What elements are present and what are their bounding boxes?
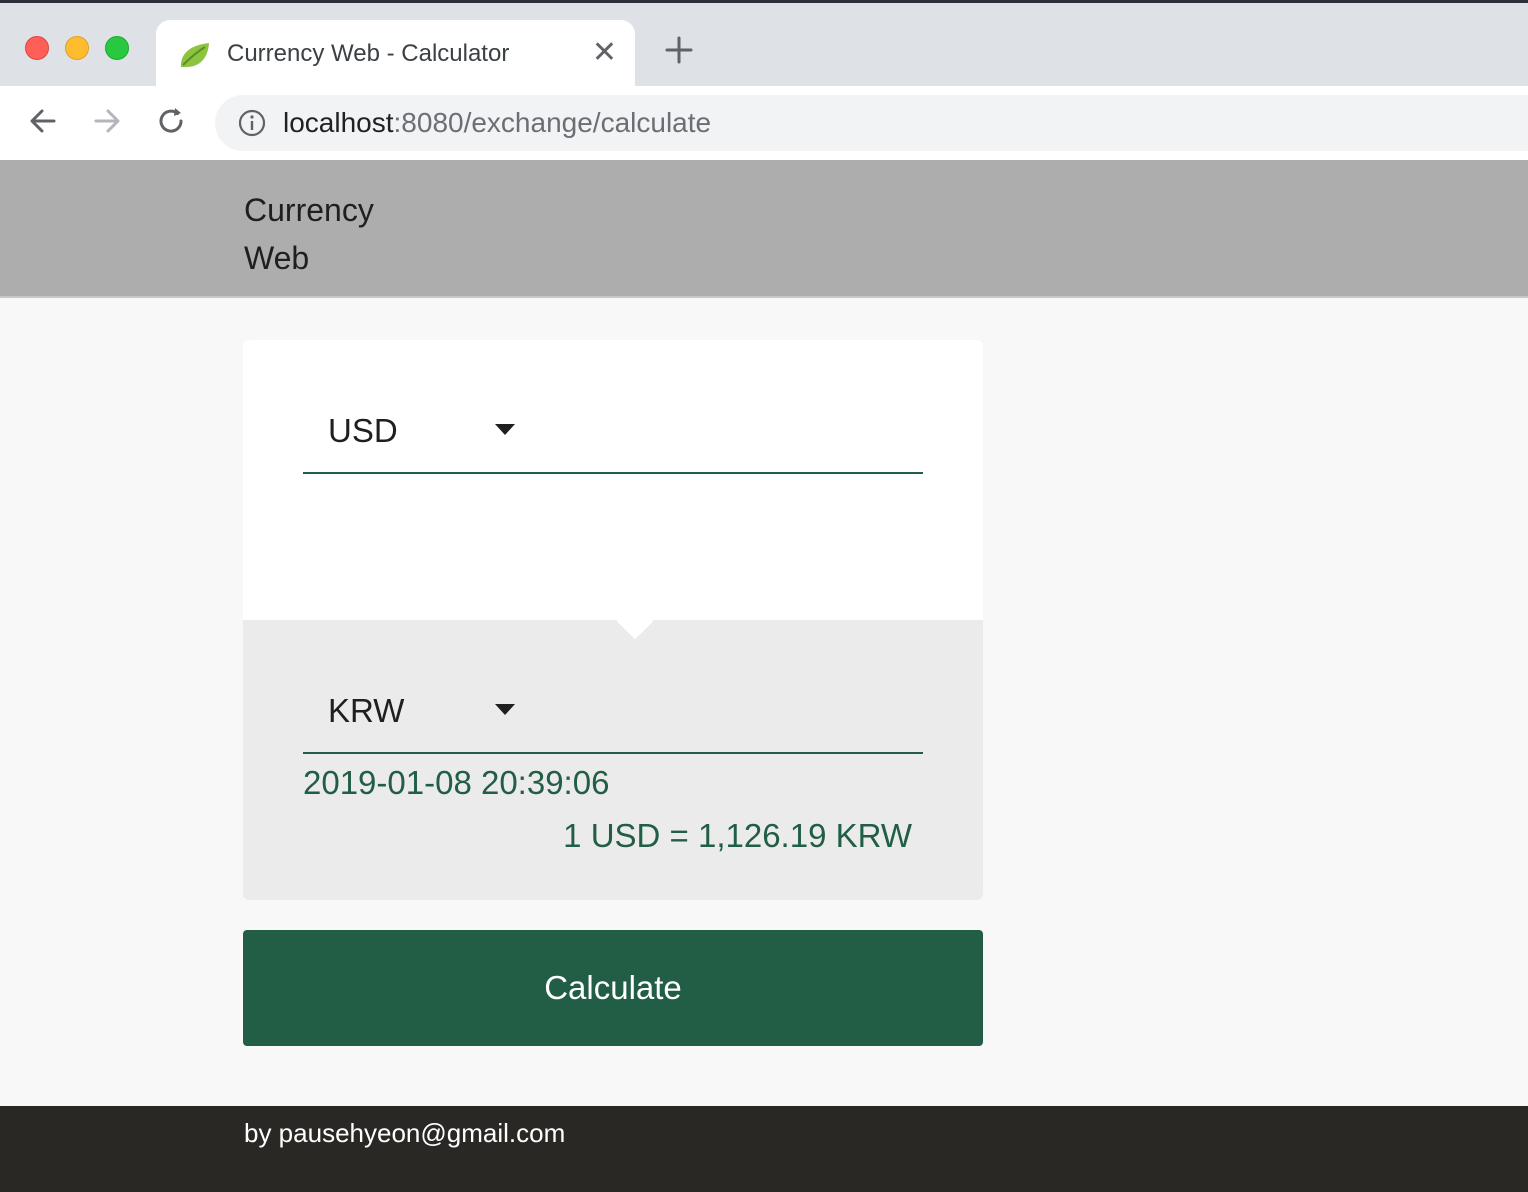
browser-tab-bar: Currency Web - Calculator ✕ [0, 0, 1528, 89]
tab-title: Currency Web - Calculator [227, 40, 510, 67]
footer-credit: by pausehyeon@gmail.com [244, 1118, 566, 1148]
url-path: :8080/exchange/calculate [393, 107, 712, 138]
site-footer: by pausehyeon@gmail.com [0, 1106, 1528, 1192]
calculate-button[interactable]: Calculate [243, 930, 983, 1046]
brand-link[interactable]: Currency Web [244, 186, 404, 282]
info-icon[interactable] [237, 108, 267, 138]
to-currency-select[interactable]: KRW [303, 678, 923, 754]
brand-line-1: Currency [244, 192, 374, 228]
arrow-left-icon[interactable] [26, 104, 60, 138]
address-bar[interactable]: localhost:8080/exchange/calculate [215, 95, 1528, 151]
chevron-down-icon [495, 424, 515, 435]
to-currency-value: KRW [328, 692, 405, 729]
url-host: localhost [283, 107, 394, 138]
calculator-card: USD KRW 2019-01-08 20:39:06 1 USD = 1,12… [243, 340, 983, 900]
reload-icon[interactable] [154, 104, 188, 138]
window-close-button[interactable] [25, 36, 49, 60]
spring-leaf-icon [180, 43, 209, 67]
window-maximize-button[interactable] [105, 36, 129, 60]
url-text[interactable]: localhost:8080/exchange/calculate [283, 107, 711, 139]
source-panel [243, 340, 983, 620]
exchange-rate-text: 1 USD = 1,126.19 KRW [563, 817, 912, 854]
site-header: Currency Web [0, 160, 1528, 298]
tab-close-icon[interactable]: ✕ [592, 38, 617, 68]
plus-icon[interactable] [662, 33, 696, 67]
window-minimize-button[interactable] [65, 36, 89, 60]
arrow-right-icon[interactable] [90, 104, 124, 138]
chevron-down-icon [495, 704, 515, 715]
browser-tab-active[interactable]: Currency Web - Calculator ✕ [156, 20, 635, 89]
brand-line-2: Web [244, 240, 310, 276]
from-currency-select[interactable]: USD [303, 398, 923, 474]
from-currency-value: USD [328, 412, 398, 449]
rate-timestamp: 2019-01-08 20:39:06 [303, 764, 610, 801]
browser-toolbar: localhost:8080/exchange/calculate [0, 86, 1528, 160]
